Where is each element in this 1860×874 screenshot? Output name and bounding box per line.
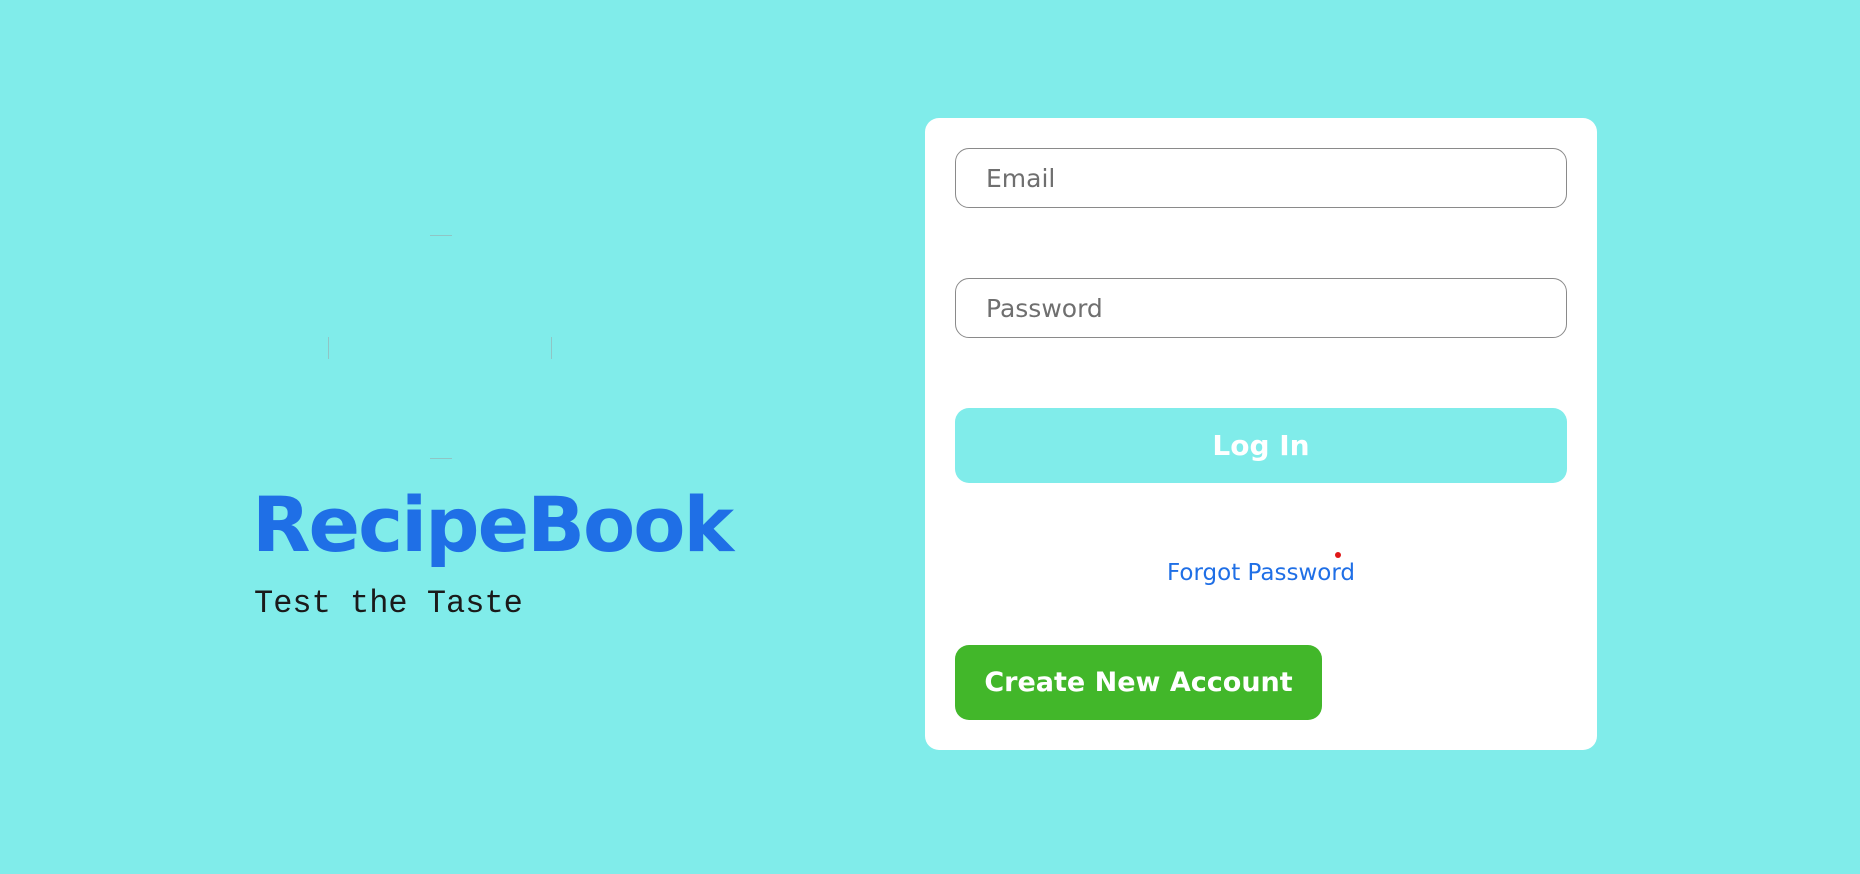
logo-frame-mark [551, 337, 552, 359]
logo-frame-mark [328, 337, 329, 359]
logo-image-icon [327, 234, 553, 460]
logo-frame-mark [430, 235, 452, 236]
login-button[interactable]: Log In [955, 408, 1567, 483]
create-account-button[interactable]: Create New Account [955, 645, 1322, 720]
logo-frame-mark [430, 458, 452, 459]
login-card: Log In Forgot Password Create New Accoun… [925, 118, 1597, 750]
mouse-cursor-indicator [1335, 552, 1341, 558]
password-field[interactable] [955, 278, 1567, 338]
email-field[interactable] [955, 148, 1567, 208]
forgot-password-link[interactable]: Forgot Password [925, 558, 1597, 588]
brand-title: RecipeBook [252, 480, 734, 569]
brand-tagline: Test the Taste [254, 585, 523, 622]
